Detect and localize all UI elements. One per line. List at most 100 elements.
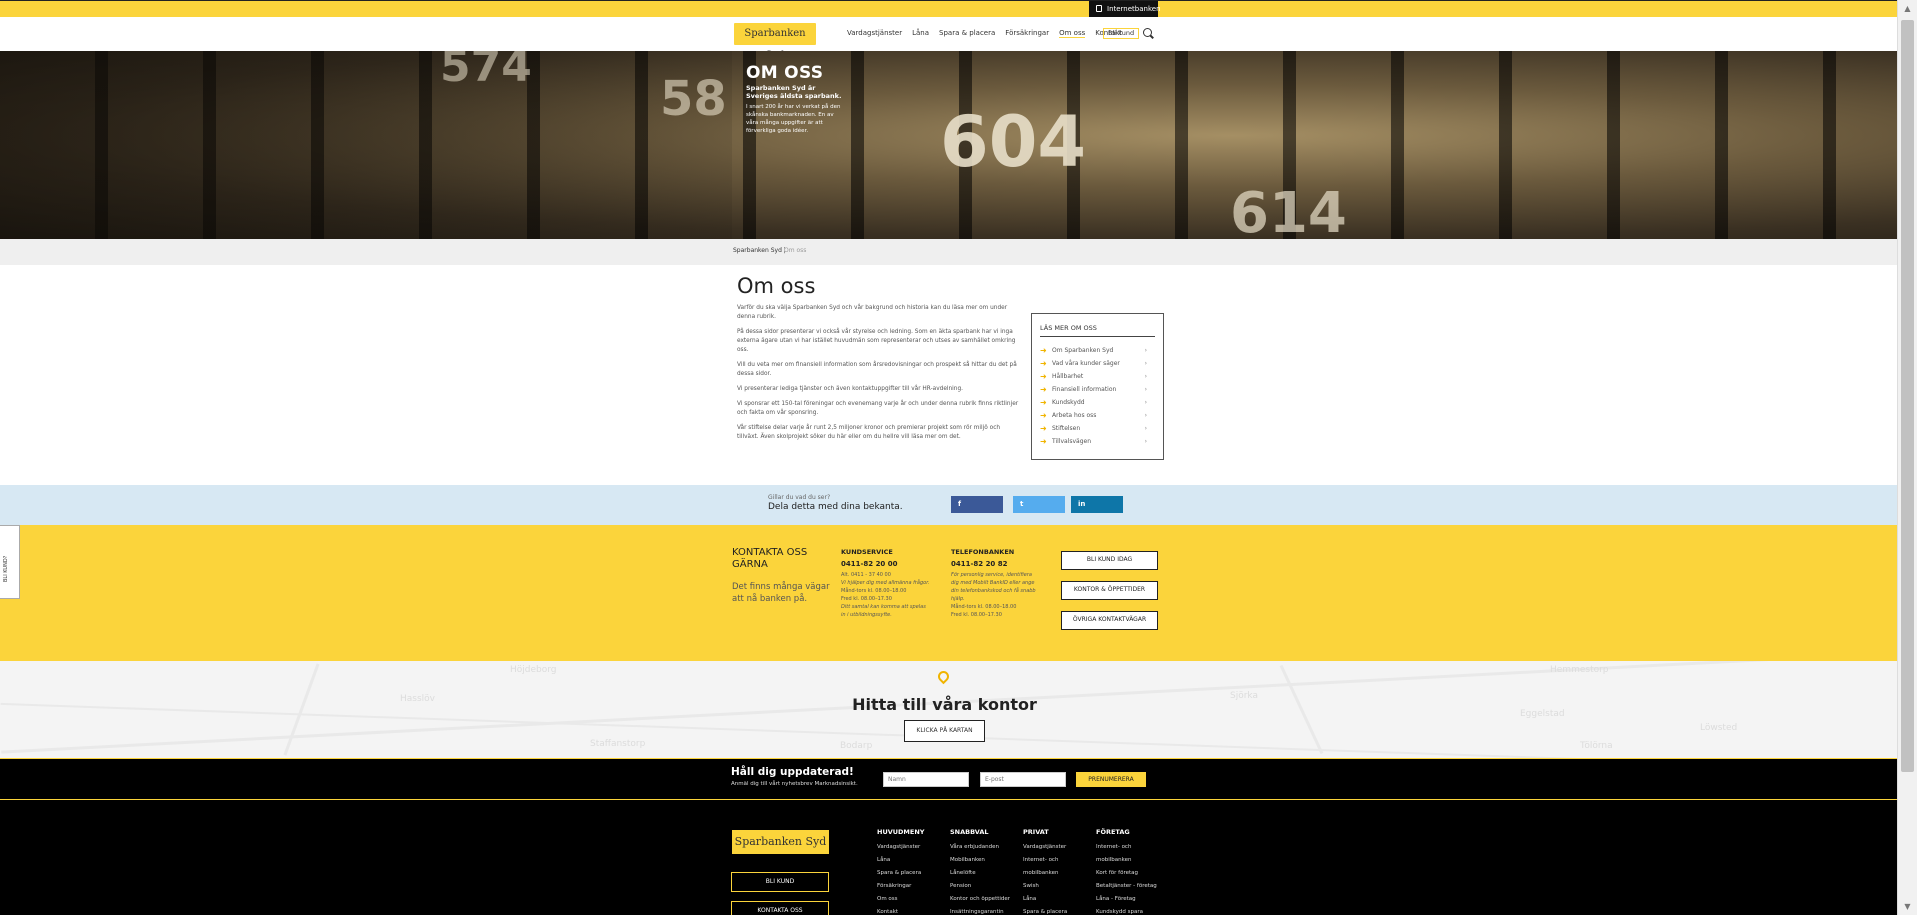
footer-link[interactable]: Låna - Företag (1096, 893, 1157, 906)
footer-column-snabbval: SNABBVAL Våra erbjudanden Mobilbanken Lå… (950, 828, 1010, 915)
read-more-link[interactable]: ➜ Arbeta hos oss › (1040, 409, 1155, 422)
hero-text: OM OSS Sparbanken Syd är Sveriges äldsta… (746, 63, 846, 135)
footer-link[interactable]: mobilbanken (1023, 867, 1067, 880)
ovriga-kontaktvagar-button[interactable]: ÖVRIGA KONTAKTVÄGAR (1061, 611, 1158, 630)
footer-column-heading: HUVUDMENY (877, 828, 925, 836)
footer-column-foretag: FÖRETAG Internet- och mobilbanken Kort f… (1096, 828, 1157, 915)
hero-decor-number: 58 (660, 71, 727, 127)
kundservice-column: KUNDSERVICE 0411-82 20 00 Alt. 0411 - 37… (841, 548, 931, 619)
share-bar: Gillar du vad du ser? Dela detta med din… (0, 485, 1897, 525)
newsletter-subscribe-button[interactable]: PRENUMERERA (1076, 772, 1146, 787)
footer-link[interactable]: Swish (1023, 880, 1067, 893)
linkedin-icon: in (1078, 500, 1086, 508)
footer-logo[interactable]: Sparbanken Syd (732, 830, 829, 854)
nav-item-lana[interactable]: Låna (912, 29, 929, 38)
office-map[interactable]: Höjdeborg Hasslöv Staffanstorp Bodarp He… (0, 661, 1897, 758)
read-more-label: Hållbarhet (1052, 373, 1084, 380)
read-more-link[interactable]: ➜ Finansiell information › (1040, 383, 1155, 396)
map-town: Löwsted (1700, 723, 1738, 733)
nav-item-spara[interactable]: Spara & placera (939, 29, 995, 38)
scroll-up-icon[interactable]: ▲ (1898, 0, 1917, 17)
facebook-share-button[interactable]: f (951, 496, 1003, 513)
chevron-right-icon: › (1144, 347, 1147, 354)
telefonbanken-heading: TELEFONBANKEN (951, 548, 1015, 556)
footer-kontakta-oss-button[interactable]: KONTAKTA OSS (731, 901, 829, 915)
footer-link[interactable]: Försäkringar (877, 880, 924, 893)
nav-item-forsakringar[interactable]: Försäkringar (1005, 29, 1049, 38)
footer-link[interactable]: Lånelöfte (950, 867, 1010, 880)
map-town: Hemmestorp (1550, 665, 1609, 675)
footer-link[interactable]: Internet- och (1096, 841, 1157, 854)
page-scrollbar[interactable]: ▲ ▼ (1897, 0, 1917, 915)
footer-link[interactable]: Pension (950, 880, 1010, 893)
nav-item-om-oss[interactable]: Om oss (1059, 29, 1086, 38)
footer-link[interactable]: Låna (1023, 893, 1067, 906)
newsletter-title: Håll dig uppdaterad! (731, 766, 854, 778)
search-icon[interactable] (1143, 28, 1152, 37)
read-more-link[interactable]: ➜ Om Sparbanken Syd › (1040, 344, 1155, 357)
footer-link[interactable]: Våra erbjudanden (950, 841, 1010, 854)
chevron-right-icon: › (1144, 425, 1147, 432)
footer-link[interactable]: Internet- och (1023, 854, 1067, 867)
arrow-right-icon: ➜ (1040, 372, 1047, 381)
read-more-link[interactable]: ➜ Tillvalsvägen › (1040, 435, 1155, 448)
share-title: Dela detta med dina bekanta. (768, 502, 903, 512)
footer-link[interactable]: Kontor och öppettider (950, 893, 1010, 906)
facebook-icon: f (958, 500, 962, 508)
footer-link[interactable]: Spara & placera (1023, 906, 1067, 915)
kontor-oppettider-button[interactable]: KONTOR & ÖPPETTIDER (1061, 581, 1158, 600)
read-more-label: Kundskydd (1052, 399, 1085, 406)
footer-column-heading: PRIVAT (1023, 828, 1049, 836)
telefonbanken-note: För personlig service, identifiera dig m… (951, 572, 1036, 602)
map-town: Tölörna (1580, 741, 1613, 751)
logo[interactable]: Sparbanken Syd (734, 23, 816, 61)
footer-link[interactable]: Kundskydd spara (1096, 906, 1157, 915)
main-content: Om oss Varför du ska välja Sparbanken Sy… (737, 274, 1020, 442)
read-more-label: Finansiell information (1052, 386, 1117, 393)
twitter-share-button[interactable]: t (1013, 496, 1065, 513)
linkedin-share-button[interactable]: in (1071, 496, 1123, 513)
map-town: Staffanstorp (590, 739, 646, 749)
read-more-label: Vad våra kunder säger (1052, 360, 1120, 367)
footer-link[interactable]: Om oss (877, 893, 924, 906)
hero-body: I snart 200 år har vi verkat på den skån… (746, 104, 841, 134)
newsletter-name-input[interactable] (883, 772, 969, 787)
footer-link[interactable]: Vardagstjänster (877, 841, 924, 854)
scrollbar-thumb[interactable] (1901, 20, 1914, 772)
footer-link[interactable]: Vardagstjänster (1023, 841, 1067, 854)
newsletter-email-input[interactable] (980, 772, 1066, 787)
read-more-link[interactable]: ➜ Stiftelsen › (1040, 422, 1155, 435)
kundservice-note: Vi hjälper dig med allmänna frågor. (841, 580, 930, 586)
telefonbanken-number[interactable]: 0411-82 20 82 (951, 560, 1041, 568)
footer-link[interactable]: Låna (877, 854, 924, 867)
scroll-down-icon[interactable]: ▼ (1898, 898, 1917, 915)
hero-decor-number: 604 (940, 101, 1087, 183)
bli-kund-button[interactable]: Bli kund (1103, 28, 1140, 39)
footer-bli-kund-button[interactable]: BLI KUND (731, 872, 829, 892)
bli-kund-idag-button[interactable]: BLI KUND IDAG (1061, 551, 1158, 570)
footer-link[interactable]: Kontakt (877, 906, 924, 915)
side-tab-label: BLI KUND? (3, 555, 9, 582)
footer-link[interactable]: Mobilbanken (950, 854, 1010, 867)
internetbank-button[interactable]: Internetbanken (1089, 1, 1161, 17)
bli-kund-side-tab[interactable]: BLI KUND? (0, 525, 20, 599)
footer-column-privat: PRIVAT Vardagstjänster Internet- och mob… (1023, 828, 1067, 915)
footer-link[interactable]: mobilbanken (1096, 854, 1157, 867)
kundservice-number[interactable]: 0411-82 20 00 (841, 560, 931, 568)
breadcrumb-home[interactable]: Sparbanken Syd | (733, 247, 786, 254)
telefonbanken-column: TELEFONBANKEN 0411-82 20 82 För personli… (951, 548, 1041, 619)
footer-link[interactable]: Spara & placera (877, 867, 924, 880)
contact-title: KONTAKTA OSS GÄRNA (732, 547, 808, 570)
map-button[interactable]: KLICKA PÅ KARTAN (904, 720, 985, 742)
telefonbanken-hours: Månd-tors kl. 08.00–18.00 (951, 604, 1017, 610)
intro-paragraph: Vi sponsrar ett 150-tal föreningar och e… (737, 401, 1019, 416)
read-more-link[interactable]: ➜ Kundskydd › (1040, 396, 1155, 409)
chevron-right-icon: › (1144, 412, 1147, 419)
read-more-link[interactable]: ➜ Hållbarhet › (1040, 370, 1155, 383)
nav-item-vardagstjanster[interactable]: Vardagstjänster (847, 29, 902, 38)
footer-link[interactable]: Insättningsgarantin (950, 906, 1010, 915)
lock-icon (1096, 5, 1102, 12)
footer-link[interactable]: Betaltjänster - företag (1096, 880, 1157, 893)
footer-link[interactable]: Kort för företag (1096, 867, 1157, 880)
read-more-link[interactable]: ➜ Vad våra kunder säger › (1040, 357, 1155, 370)
